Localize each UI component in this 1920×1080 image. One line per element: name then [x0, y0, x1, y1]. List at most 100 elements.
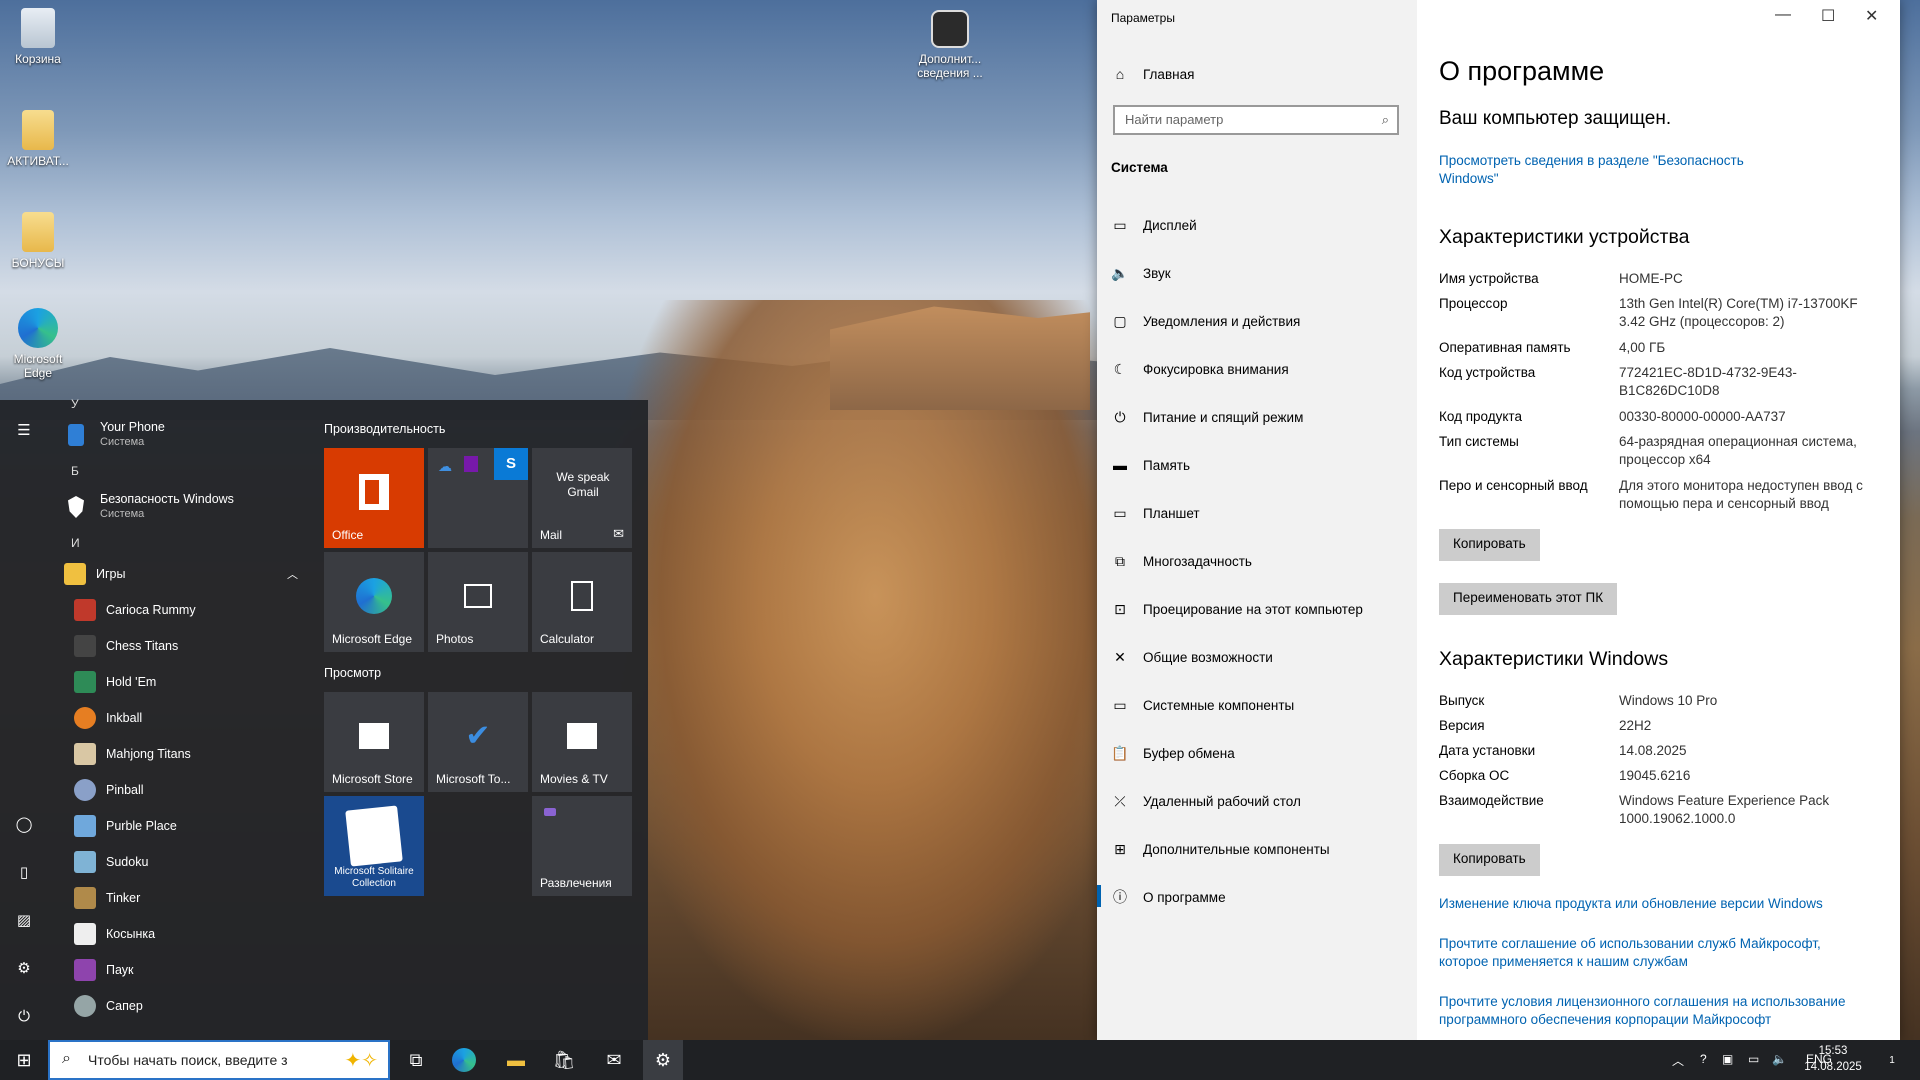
store-taskbar-icon[interactable]: 🛍 [550, 1048, 578, 1072]
group-browse[interactable]: Просмотр [324, 666, 381, 680]
chevron-up-icon[interactable]: ︿ [1672, 1052, 1684, 1069]
spec-experience: Взаимодействие Windows Feature Experience… [1439, 793, 1830, 826]
security-link[interactable]: Просмотреть сведения в разделе "Безопасн… [1439, 152, 1769, 188]
clipboard-icon: 📋 [1111, 744, 1129, 761]
user-icon[interactable]: ◯ [14, 814, 34, 834]
nav-about[interactable]: ⓘ О программе [1111, 886, 1226, 908]
nav-home[interactable]: ⌂ Главная [1111, 63, 1195, 85]
help-icon[interactable]: ? [1700, 1052, 1707, 1066]
app-carioca-rummy[interactable]: Carioca Rummy [56, 592, 306, 628]
letter-header[interactable]: У [56, 398, 306, 412]
app-your-phone[interactable]: Your Phone Система [56, 412, 306, 458]
minimize-button[interactable]: — [1775, 6, 1791, 24]
clapperboard-icon [567, 723, 597, 749]
settings-taskbar-icon[interactable]: ⚙ [643, 1040, 683, 1080]
notification-center-icon[interactable]: 1 [1878, 1048, 1906, 1072]
page-title: О программе [1439, 56, 1605, 86]
nav-tablet[interactable]: ▭ Планшет [1111, 502, 1199, 524]
nav-notifications[interactable]: ▢ Уведомления и действия [1111, 310, 1300, 332]
app-windows-security[interactable]: Безопасность Windows Система [56, 484, 306, 530]
settings-gear-icon[interactable]: ⚙ [14, 958, 34, 978]
nav-storage[interactable]: ▬ Память [1111, 454, 1190, 476]
nav-clipboard[interactable]: 📋 Буфер обмена [1111, 742, 1234, 764]
tile-store[interactable]: Microsoft Store [324, 692, 424, 792]
copy-device-button[interactable]: Копировать [1439, 529, 1540, 561]
folder-icon [22, 110, 54, 150]
nav-multitasking[interactable]: ⧉ Многозадачность [1111, 550, 1252, 572]
nav-optional-features[interactable]: ⊞ Дополнительные компоненты [1111, 838, 1329, 860]
mail-taskbar-icon[interactable]: ✉ [600, 1048, 628, 1072]
spec-pen-touch: Перо и сенсорный ввод Для этого монитора … [1439, 478, 1863, 511]
nav-remote-desktop[interactable]: ⤫ Удаленный рабочий стол [1111, 790, 1301, 812]
tile-movies[interactable]: Movies & TV [532, 692, 632, 792]
nav-system-components[interactable]: ▭ Системные компоненты [1111, 694, 1294, 716]
app-mahjong-titans[interactable]: Mahjong Titans [56, 736, 306, 772]
spec-version: Версия 22H2 [1439, 718, 1652, 733]
group-productivity[interactable]: Производительность [324, 422, 445, 436]
network-icon[interactable]: ▭ [1748, 1052, 1759, 1066]
desktop-icon-edge[interactable]: Microsoft Edge [0, 308, 76, 380]
app-folder-games[interactable]: Игры ︿ [56, 556, 306, 592]
app-purble-place[interactable]: Purble Place [56, 808, 306, 844]
product-key-link[interactable]: Изменение ключа продукта или обновление … [1439, 895, 1879, 913]
project-icon: ⊡ [1114, 600, 1126, 617]
desktop-icon-bonuses[interactable]: БОНУСЫ [0, 212, 76, 270]
tile-office-apps[interactable]: ☁ S [428, 448, 528, 548]
nav-display[interactable]: ▭ Дисплей [1111, 214, 1196, 236]
hamburger-icon[interactable]: ☰ [14, 420, 34, 440]
app-hold-em[interactable]: Hold 'Em [56, 664, 306, 700]
settings-search-input[interactable]: Найти параметр ⌕ [1113, 105, 1399, 135]
meet-now-icon[interactable]: ▣ [1722, 1052, 1733, 1066]
app-pinball[interactable]: Pinball [56, 772, 306, 808]
close-button[interactable]: ✕ [1865, 6, 1878, 26]
taskbar-search-input[interactable]: ⌕ Чтобы начать поиск, введите з ✦✧ [48, 1040, 390, 1080]
windows-start-icon[interactable]: ⊞ [10, 1048, 38, 1072]
tile-entertainment[interactable]: Развлечения [532, 796, 632, 896]
app-minesweeper[interactable]: Сапер [56, 988, 306, 1024]
task-view-icon[interactable]: ⧉ [402, 1048, 430, 1072]
tile-solitaire[interactable]: Microsoft Solitaire Collection [324, 796, 424, 896]
volume-icon[interactable]: 🔈 [1772, 1052, 1787, 1066]
letter-header[interactable]: Б [56, 458, 306, 484]
nav-focus[interactable]: ☾ Фокусировка внимания [1111, 358, 1289, 380]
license-terms-link[interactable]: Прочтите условия лицензионного соглашени… [1439, 993, 1879, 1029]
spec-os-build: Сборка ОС 19045.6216 [1439, 768, 1691, 783]
tile-edge[interactable]: Microsoft Edge [324, 552, 424, 652]
power-icon[interactable]: ⏻ [14, 1006, 34, 1026]
letter-header[interactable]: И [56, 530, 306, 556]
tile-todo[interactable]: ✔ Microsoft To... [428, 692, 528, 792]
services-agreement-link[interactable]: Прочтите соглашение об использовании слу… [1439, 935, 1869, 971]
copy-windows-button[interactable]: Копировать [1439, 844, 1540, 876]
multitask-icon: ⧉ [1115, 552, 1125, 569]
app-spider[interactable]: Паук [56, 952, 306, 988]
notification-icon: ▢ [1113, 312, 1127, 329]
spec-edition: Выпуск Windows 10 Pro [1439, 693, 1718, 708]
nav-power[interactable]: ⏻ Питание и спящий режим [1111, 406, 1303, 428]
app-solitaire[interactable]: Косынка [56, 916, 306, 952]
edge-taskbar-icon[interactable] [452, 1048, 476, 1072]
nav-projecting[interactable]: ⊡ Проецирование на этот компьютер [1111, 598, 1363, 620]
desktop-icon-recycle-bin[interactable]: Корзина [0, 8, 76, 66]
clock-date: 14.08.2025 [1804, 1061, 1862, 1073]
app-inkball[interactable]: Inkball [56, 700, 306, 736]
desktop-icon-extra-info[interactable]: Дополнит... сведения ... [912, 10, 988, 80]
game-icon [544, 808, 556, 816]
documents-icon[interactable]: ▯ [14, 862, 34, 882]
app-chess-titans[interactable]: Chess Titans [56, 628, 306, 664]
pictures-icon[interactable]: ▨ [14, 910, 34, 930]
tile-calculator[interactable]: Calculator [532, 552, 632, 652]
tile-mail[interactable]: We speak Gmail Mail ✉ [532, 448, 632, 548]
tile-office[interactable]: Office [324, 448, 424, 548]
tile-photos[interactable]: Photos [428, 552, 528, 652]
app-tinker[interactable]: Tinker [56, 880, 306, 916]
rename-pc-button[interactable]: Переименовать этот ПК [1439, 583, 1618, 615]
maximize-button[interactable]: ☐ [1821, 6, 1835, 26]
file-explorer-icon[interactable]: ▬ [502, 1048, 530, 1072]
home-icon: ⌂ [1115, 66, 1125, 82]
app-sudoku[interactable]: Sudoku [56, 844, 306, 880]
desktop-icon-activator[interactable]: АКТИВАТ... [0, 110, 76, 168]
clock[interactable]: 15:53 14.08.2025 [1803, 1043, 1863, 1075]
nav-shared-experiences[interactable]: ✕ Общие возможности [1111, 646, 1273, 668]
cards-icon [74, 923, 96, 945]
nav-sound[interactable]: 🔈 Звук [1111, 262, 1170, 284]
